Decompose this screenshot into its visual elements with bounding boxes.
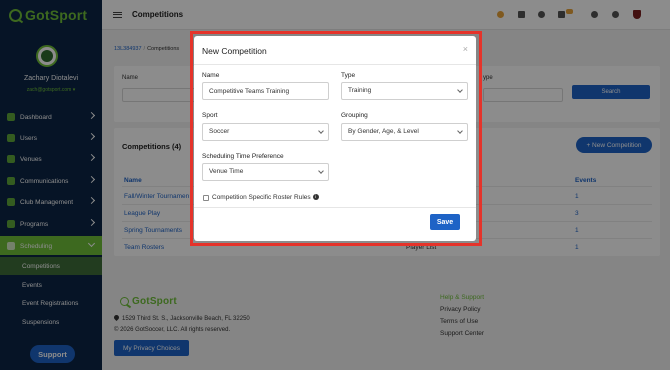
modal-title: New Competition bbox=[202, 46, 267, 56]
type-select[interactable]: Training bbox=[341, 82, 468, 100]
type-label: Type bbox=[341, 72, 356, 79]
chevron-down-icon bbox=[457, 87, 463, 93]
grouping-select[interactable]: By Gender, Age, & Level bbox=[341, 123, 468, 141]
chevron-down-icon bbox=[318, 128, 324, 134]
name-input[interactable] bbox=[202, 82, 329, 100]
info-icon[interactable]: i bbox=[312, 194, 319, 201]
close-icon[interactable]: × bbox=[463, 44, 468, 54]
name-label: Name bbox=[202, 72, 220, 79]
time-pref-label: Scheduling Time Preference bbox=[202, 153, 284, 160]
chevron-down-icon bbox=[457, 128, 463, 134]
time-pref-select[interactable]: Venue Time bbox=[202, 163, 329, 181]
sport-label: Sport bbox=[202, 112, 218, 119]
roster-rules-label[interactable]: Competition Specific Roster Rules i bbox=[212, 194, 319, 201]
roster-rules-checkbox[interactable] bbox=[203, 195, 209, 201]
save-button[interactable]: Save bbox=[430, 214, 460, 230]
new-competition-modal: New Competition × Name Type Training Spo… bbox=[194, 36, 476, 241]
chevron-down-icon bbox=[318, 168, 324, 174]
sport-select[interactable]: Soccer bbox=[202, 123, 329, 141]
grouping-label: Grouping bbox=[341, 112, 368, 119]
